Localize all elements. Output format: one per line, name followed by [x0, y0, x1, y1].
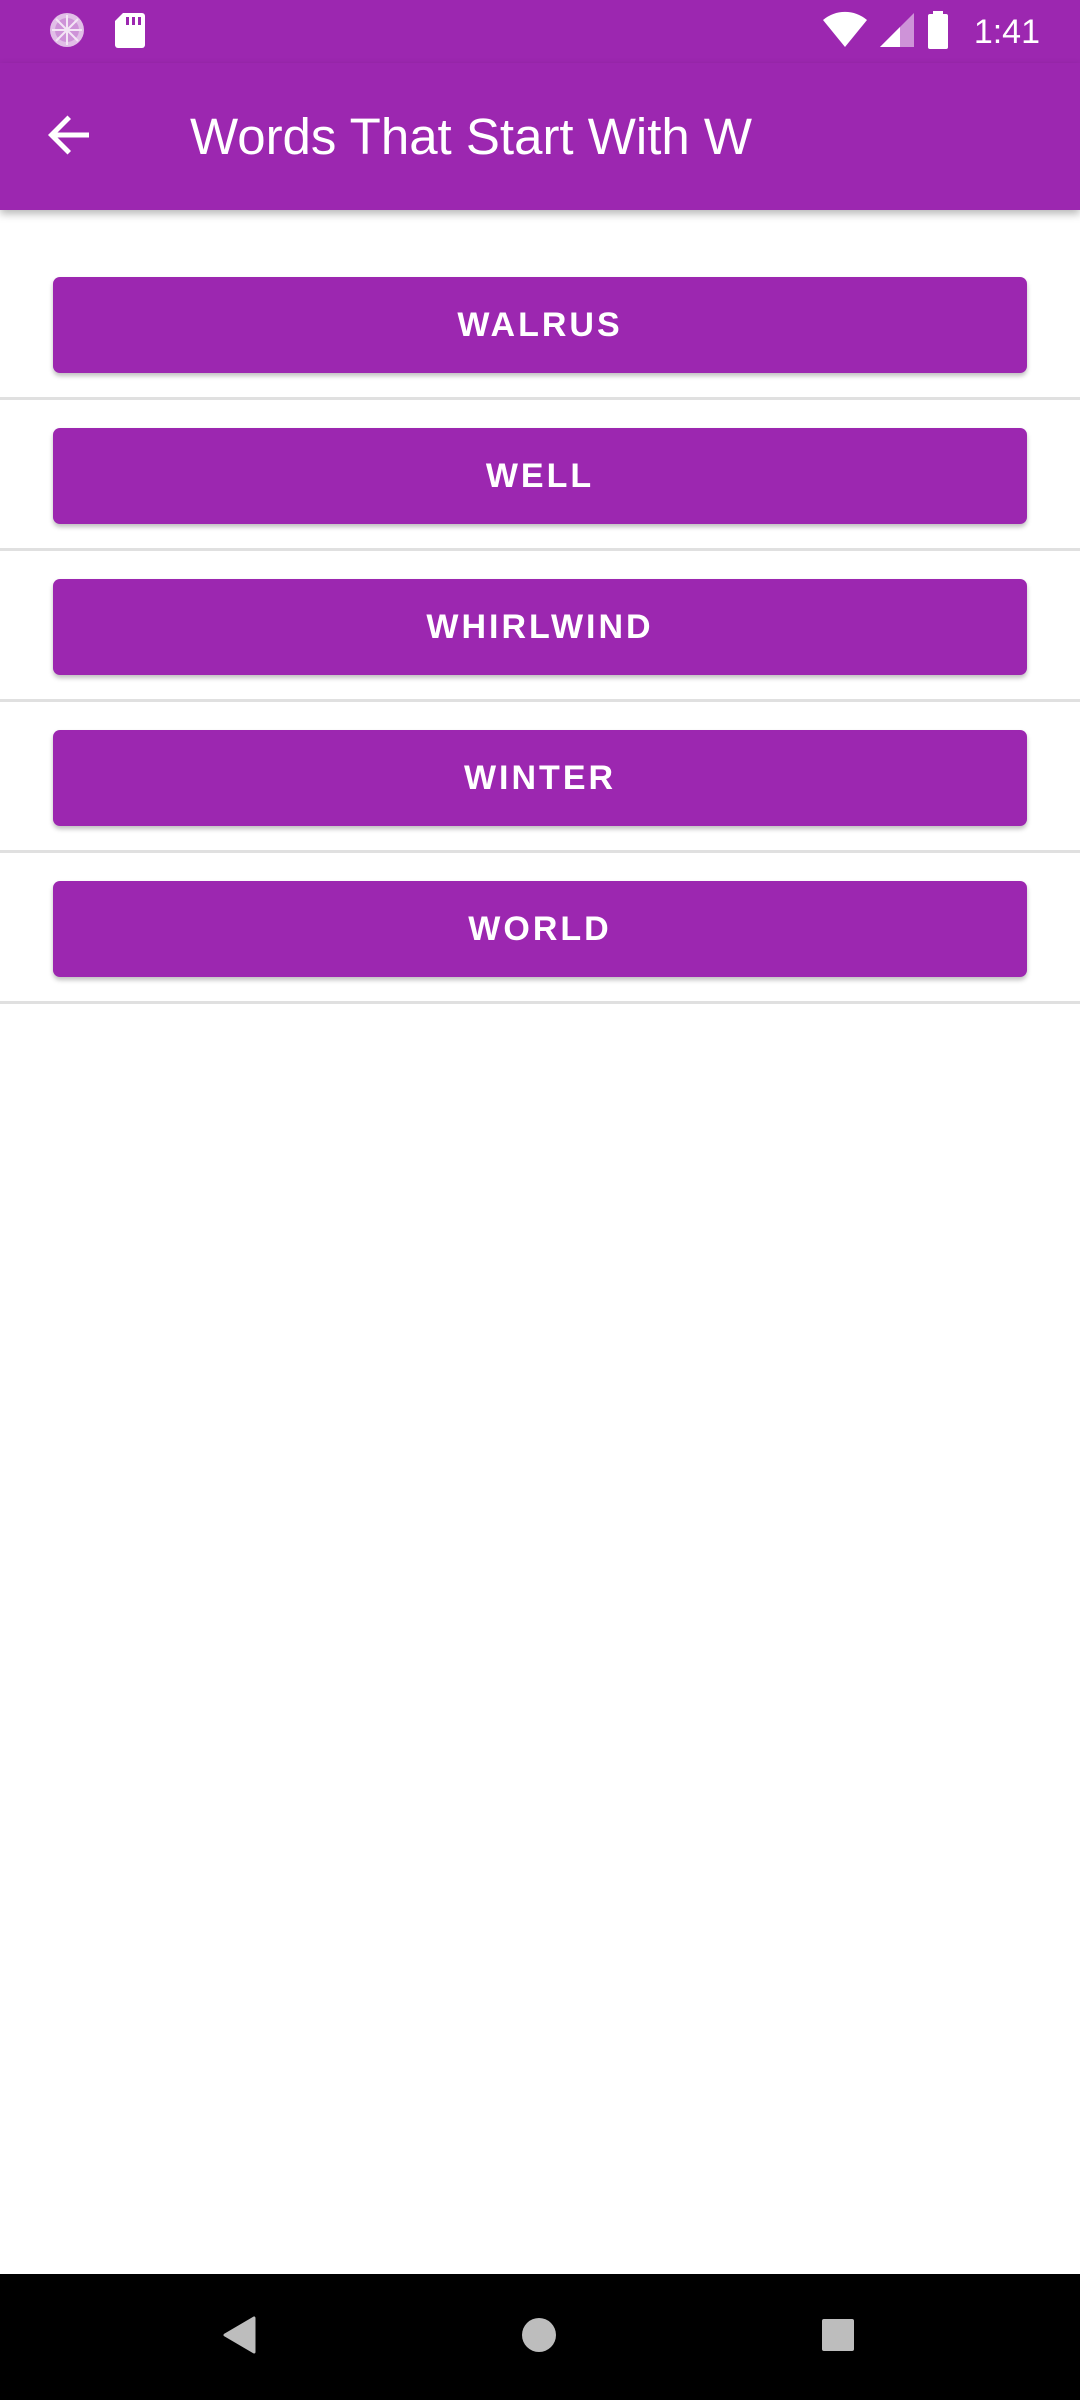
wifi-icon: [822, 11, 868, 54]
word-button-world[interactable]: WORLD: [53, 881, 1027, 977]
screen: 1:41 Words That Start With W WALRUS WELL…: [0, 0, 1080, 2400]
status-bar-left: [48, 12, 146, 52]
status-time: 1:41: [973, 12, 1040, 51]
page-title: Words That Start With W: [190, 108, 753, 165]
navigation-bar: [0, 2274, 1080, 2400]
list-item: WHIRLWIND: [0, 551, 1080, 702]
app-notification-icon: [48, 11, 86, 54]
word-button-whirlwind[interactable]: WHIRLWIND: [53, 579, 1027, 675]
nav-back-button[interactable]: [210, 2307, 270, 2367]
word-button-well[interactable]: WELL: [53, 428, 1027, 524]
list-item: WELL: [0, 400, 1080, 551]
battery-icon: [926, 10, 950, 55]
nav-recents-button[interactable]: [808, 2307, 868, 2367]
cell-signal-icon: [878, 11, 916, 54]
list-item: WALRUS: [0, 210, 1080, 400]
status-bar-right: 1:41: [822, 10, 1040, 54]
word-button-walrus[interactable]: WALRUS: [53, 277, 1027, 373]
nav-home-button[interactable]: [509, 2307, 569, 2367]
sd-card-icon: [114, 11, 146, 54]
status-bar: 1:41: [0, 0, 1080, 63]
back-arrow-icon: [47, 112, 93, 163]
word-list: WALRUS WELL WHIRLWIND WINTER WORLD: [0, 210, 1080, 1004]
back-triangle-icon: [222, 2315, 258, 2360]
back-button[interactable]: [30, 97, 110, 177]
app-bar: Words That Start With W: [0, 63, 1080, 210]
recents-square-icon: [821, 2318, 855, 2357]
list-item: WORLD: [0, 853, 1080, 1004]
list-item: WINTER: [0, 702, 1080, 853]
word-button-winter[interactable]: WINTER: [53, 730, 1027, 826]
home-circle-icon: [520, 2316, 558, 2359]
